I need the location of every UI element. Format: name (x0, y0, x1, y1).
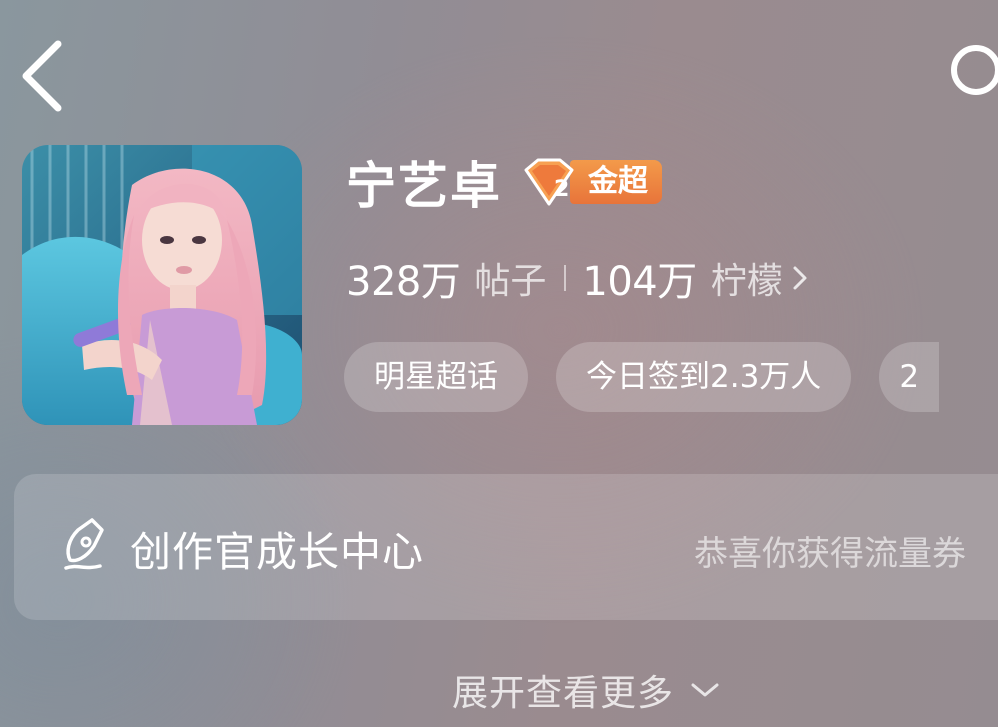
search-icon (951, 45, 998, 95)
expand-label: 展开查看更多 (452, 673, 675, 714)
tags-row: 明星超话 今日签到2.3万人 2 (344, 342, 940, 412)
tag-checkin[interactable]: 今日签到2.3万人 (556, 342, 852, 412)
topic-name: 宁艺卓 (346, 157, 502, 215)
chevron-down-icon (691, 683, 719, 697)
chevron-right-icon (793, 266, 807, 290)
followers-label: 柠檬 (710, 261, 783, 302)
level-badge[interactable]: 2 金超 (520, 158, 662, 206)
tag-partial[interactable]: 2 (879, 342, 940, 412)
expand-more-button[interactable]: 展开查看更多 (452, 662, 720, 718)
card-title: 创作官成长中心 (130, 528, 424, 576)
super-topic-avatar[interactable] (22, 145, 302, 425)
chevron-left-icon (22, 40, 62, 112)
posts-label: 帖子 (474, 261, 547, 302)
posts-count: 328万 (346, 259, 461, 305)
tag-partial-label: 2 (899, 359, 920, 395)
stats-row[interactable]: 328万 帖子 104万 柠檬 (346, 250, 809, 306)
back-button[interactable] (14, 36, 74, 116)
creator-growth-card[interactable]: 创作官成长中心 恭喜你获得流量券 (14, 474, 998, 620)
card-hint: 恭喜你获得流量券 (694, 534, 966, 574)
name-row: 宁艺卓 2 金超 (346, 150, 662, 215)
avatar-image (22, 145, 302, 425)
tag-category[interactable]: 明星超话 (344, 342, 528, 412)
diamond-level-icon: 2 (524, 158, 574, 206)
badge-label: 金超 (570, 160, 662, 204)
svg-text:2: 2 (554, 177, 569, 202)
search-button[interactable] (946, 40, 998, 100)
followers-count: 104万 (582, 259, 697, 305)
stats-divider (564, 265, 567, 291)
pen-icon (64, 518, 104, 570)
